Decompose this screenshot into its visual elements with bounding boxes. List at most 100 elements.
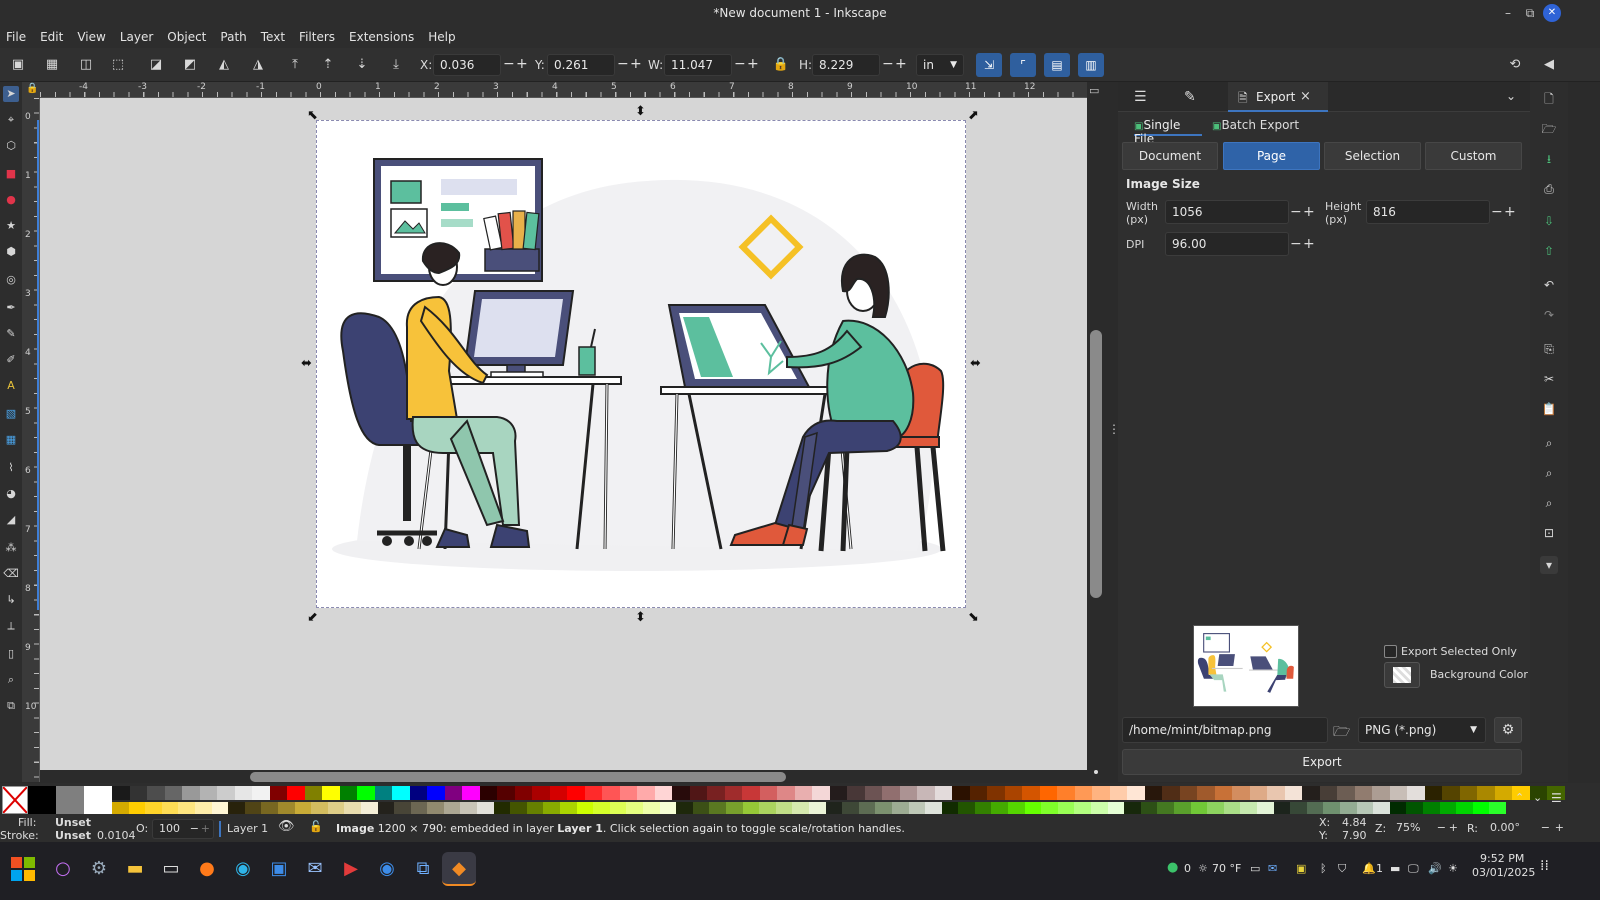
color-swatch[interactable] bbox=[526, 802, 544, 814]
color-swatch[interactable] bbox=[1109, 786, 1127, 800]
clock-time[interactable]: 9:52 PM bbox=[1480, 852, 1524, 865]
color-swatch[interactable] bbox=[244, 802, 262, 814]
color-swatch[interactable] bbox=[287, 786, 305, 800]
color-swatch[interactable] bbox=[1157, 802, 1174, 814]
scale-handle-w[interactable]: ⬌ bbox=[301, 357, 312, 370]
color-swatch[interactable] bbox=[182, 786, 200, 800]
color-swatch[interactable] bbox=[532, 786, 550, 800]
transform-gradients-icon[interactable]: ▤ bbox=[1044, 53, 1070, 77]
media-player-icon[interactable]: ▶ bbox=[334, 852, 368, 886]
color-swatch[interactable] bbox=[1004, 786, 1022, 800]
select-all-layers-icon[interactable]: ▦ bbox=[42, 55, 62, 75]
x-decrement[interactable]: − bbox=[503, 57, 515, 71]
dropper-tool-icon[interactable]: ⌇ bbox=[3, 460, 19, 476]
color-swatch[interactable] bbox=[1074, 786, 1092, 800]
no-paint-swatch[interactable] bbox=[2, 786, 28, 814]
color-swatch[interactable] bbox=[891, 802, 909, 814]
zoom-selection-icon[interactable]: ⌕ bbox=[1540, 434, 1558, 452]
color-swatch[interactable] bbox=[724, 786, 742, 800]
color-swatch[interactable] bbox=[1162, 786, 1180, 800]
color-swatch[interactable] bbox=[1057, 786, 1075, 800]
color-swatch[interactable] bbox=[560, 802, 577, 814]
color-swatch[interactable] bbox=[1207, 802, 1224, 814]
horizontal-scroll-thumb[interactable] bbox=[250, 772, 786, 782]
color-swatch[interactable] bbox=[1041, 802, 1058, 814]
color-swatch[interactable] bbox=[147, 786, 165, 800]
chevron-down-icon[interactable]: ⌄ bbox=[1506, 89, 1516, 103]
color-swatch[interactable] bbox=[742, 786, 760, 800]
menu-path[interactable]: Path bbox=[220, 30, 246, 44]
export-selected-only-checkbox[interactable] bbox=[1384, 645, 1397, 658]
color-swatch[interactable] bbox=[1456, 802, 1473, 814]
w-field[interactable]: 11.047 bbox=[664, 54, 732, 76]
folder-open-icon[interactable]: 🗁 bbox=[1333, 721, 1350, 745]
palette-scroll-down-icon[interactable]: ⌄ bbox=[1533, 791, 1542, 804]
color-swatch[interactable] bbox=[1240, 802, 1257, 814]
color-swatch[interactable] bbox=[825, 802, 843, 814]
color-swatch[interactable] bbox=[344, 802, 361, 814]
rotate-ccw-icon[interactable]: ◪ bbox=[146, 55, 166, 75]
area-document-button[interactable]: Document bbox=[1122, 142, 1218, 170]
color-swatch[interactable] bbox=[969, 786, 987, 800]
import-icon[interactable]: ⇩ bbox=[1540, 212, 1558, 230]
text-tool-icon[interactable]: A bbox=[3, 378, 19, 394]
color-swatch[interactable] bbox=[128, 802, 146, 814]
height-increment[interactable]: + bbox=[1504, 204, 1516, 220]
color-swatch[interactable] bbox=[112, 786, 130, 800]
grid-menu-icon[interactable]: ⁞⁞ bbox=[1540, 858, 1549, 874]
color-swatch[interactable] bbox=[707, 786, 725, 800]
color-swatch[interactable] bbox=[602, 786, 620, 800]
color-swatch[interactable] bbox=[1407, 786, 1425, 800]
color-swatch[interactable] bbox=[1389, 802, 1407, 814]
undo-icon[interactable]: ↶ bbox=[1540, 276, 1558, 294]
flip-horizontal-icon[interactable]: ◭ bbox=[214, 55, 234, 75]
weather-icon[interactable]: ☼ bbox=[1198, 862, 1208, 875]
paste-icon[interactable]: 📋 bbox=[1540, 400, 1558, 418]
color-swatch[interactable] bbox=[1127, 786, 1145, 800]
disk-icon[interactable]: ▭ bbox=[1250, 862, 1260, 875]
area-selection-button[interactable]: Selection bbox=[1324, 142, 1421, 170]
opacity-decrement[interactable]: − bbox=[190, 820, 199, 838]
tab-single-file[interactable]: ▣Single File bbox=[1134, 118, 1202, 146]
color-swatch[interactable] bbox=[567, 786, 585, 800]
color-swatch[interactable] bbox=[858, 802, 876, 814]
x-increment[interactable]: + bbox=[516, 57, 528, 71]
color-swatch[interactable] bbox=[829, 786, 847, 800]
color-swatch[interactable] bbox=[1179, 786, 1197, 800]
color-swatch[interactable] bbox=[725, 802, 743, 814]
color-swatch[interactable] bbox=[178, 802, 195, 814]
color-swatch[interactable] bbox=[1273, 802, 1291, 814]
color-swatch[interactable] bbox=[377, 802, 395, 814]
color-swatch[interactable] bbox=[808, 802, 826, 814]
mail-icon[interactable]: ✉ bbox=[298, 852, 332, 886]
volume-icon[interactable]: 🔊 bbox=[1428, 862, 1442, 875]
color-swatch[interactable] bbox=[941, 802, 959, 814]
whatsapp-icon[interactable]: ● bbox=[1167, 860, 1178, 875]
display-mode-icon[interactable]: ▭ bbox=[1089, 84, 1099, 97]
color-swatch[interactable] bbox=[659, 802, 677, 814]
opacity-increment[interactable]: + bbox=[201, 820, 210, 838]
stroke-value[interactable]: Unset bbox=[55, 829, 91, 842]
color-swatch[interactable] bbox=[882, 786, 900, 800]
color-swatch[interactable] bbox=[145, 802, 162, 814]
transform-patterns-icon[interactable]: ▥ bbox=[1078, 53, 1104, 77]
color-swatch[interactable] bbox=[164, 786, 182, 800]
paint-bucket-icon[interactable]: ◕ bbox=[3, 486, 19, 502]
fill-stroke-icon[interactable]: ✎ bbox=[1184, 89, 1196, 105]
scale-handle-e[interactable]: ⬌ bbox=[970, 357, 981, 370]
menu-help[interactable]: Help bbox=[428, 30, 455, 44]
color-swatch[interactable] bbox=[112, 802, 129, 814]
minimize-button[interactable]: – bbox=[1497, 0, 1519, 26]
color-swatch[interactable] bbox=[676, 802, 693, 814]
color-swatch[interactable] bbox=[792, 802, 809, 814]
dpi-field[interactable]: 96.00 bbox=[1165, 232, 1289, 256]
color-swatch[interactable] bbox=[925, 802, 942, 814]
color-swatch[interactable] bbox=[1459, 786, 1477, 800]
color-swatch[interactable] bbox=[654, 786, 672, 800]
color-swatch[interactable] bbox=[1190, 802, 1208, 814]
print-icon[interactable]: ⎙ bbox=[1540, 180, 1558, 198]
tab-export[interactable]: 🗎 Export × bbox=[1228, 82, 1328, 112]
select-all-icon[interactable]: ▣ bbox=[8, 55, 28, 75]
current-layer-label[interactable]: Layer 1 bbox=[227, 822, 268, 835]
color-swatch[interactable] bbox=[842, 802, 859, 814]
